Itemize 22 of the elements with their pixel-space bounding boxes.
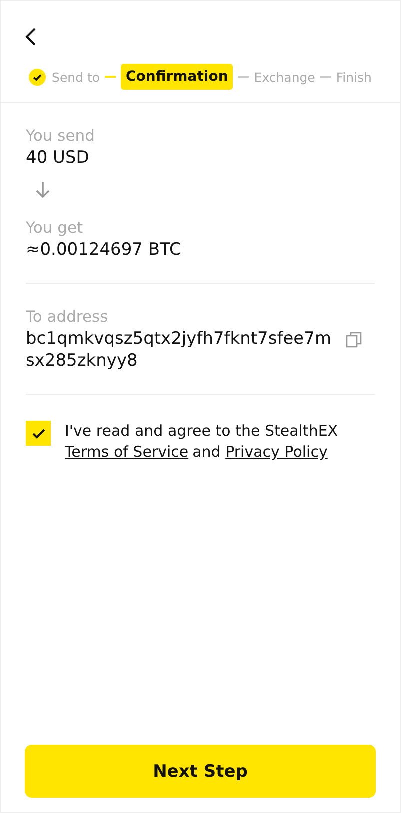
step-label: Send to [52,70,100,84]
back-icon [24,27,38,47]
terms-link[interactable]: Terms of Service [65,443,193,461]
step-label: Exchange [254,70,316,84]
step-label: Finish [336,70,372,84]
copy-icon[interactable] [346,332,362,348]
step-connector [105,76,116,78]
agreement-text: I've read and agree to the StealthEX Terms of Service and Privacy Policy [65,421,340,463]
field-label: You send [26,127,95,145]
agree-checkbox[interactable] [26,421,51,446]
checkmark-icon [32,428,46,440]
next-step-button[interactable]: Next Step [25,745,376,798]
wallet-address: bc1qmkvqsz5qtx2jyfh7fknt7sfee7msx285zknyy8 [26,328,333,372]
step-label: Confirmation [121,64,234,90]
receive-amount: ≈0.00124697 BTC [26,239,182,261]
step-connector [238,76,250,78]
privacy-link[interactable]: Privacy Policy [226,443,328,461]
step-connector [320,76,332,78]
field-label: You get [26,219,84,237]
send-amount: 40 USD [26,147,90,169]
arrow-down-icon [36,181,50,199]
field-label: To address [26,308,108,326]
